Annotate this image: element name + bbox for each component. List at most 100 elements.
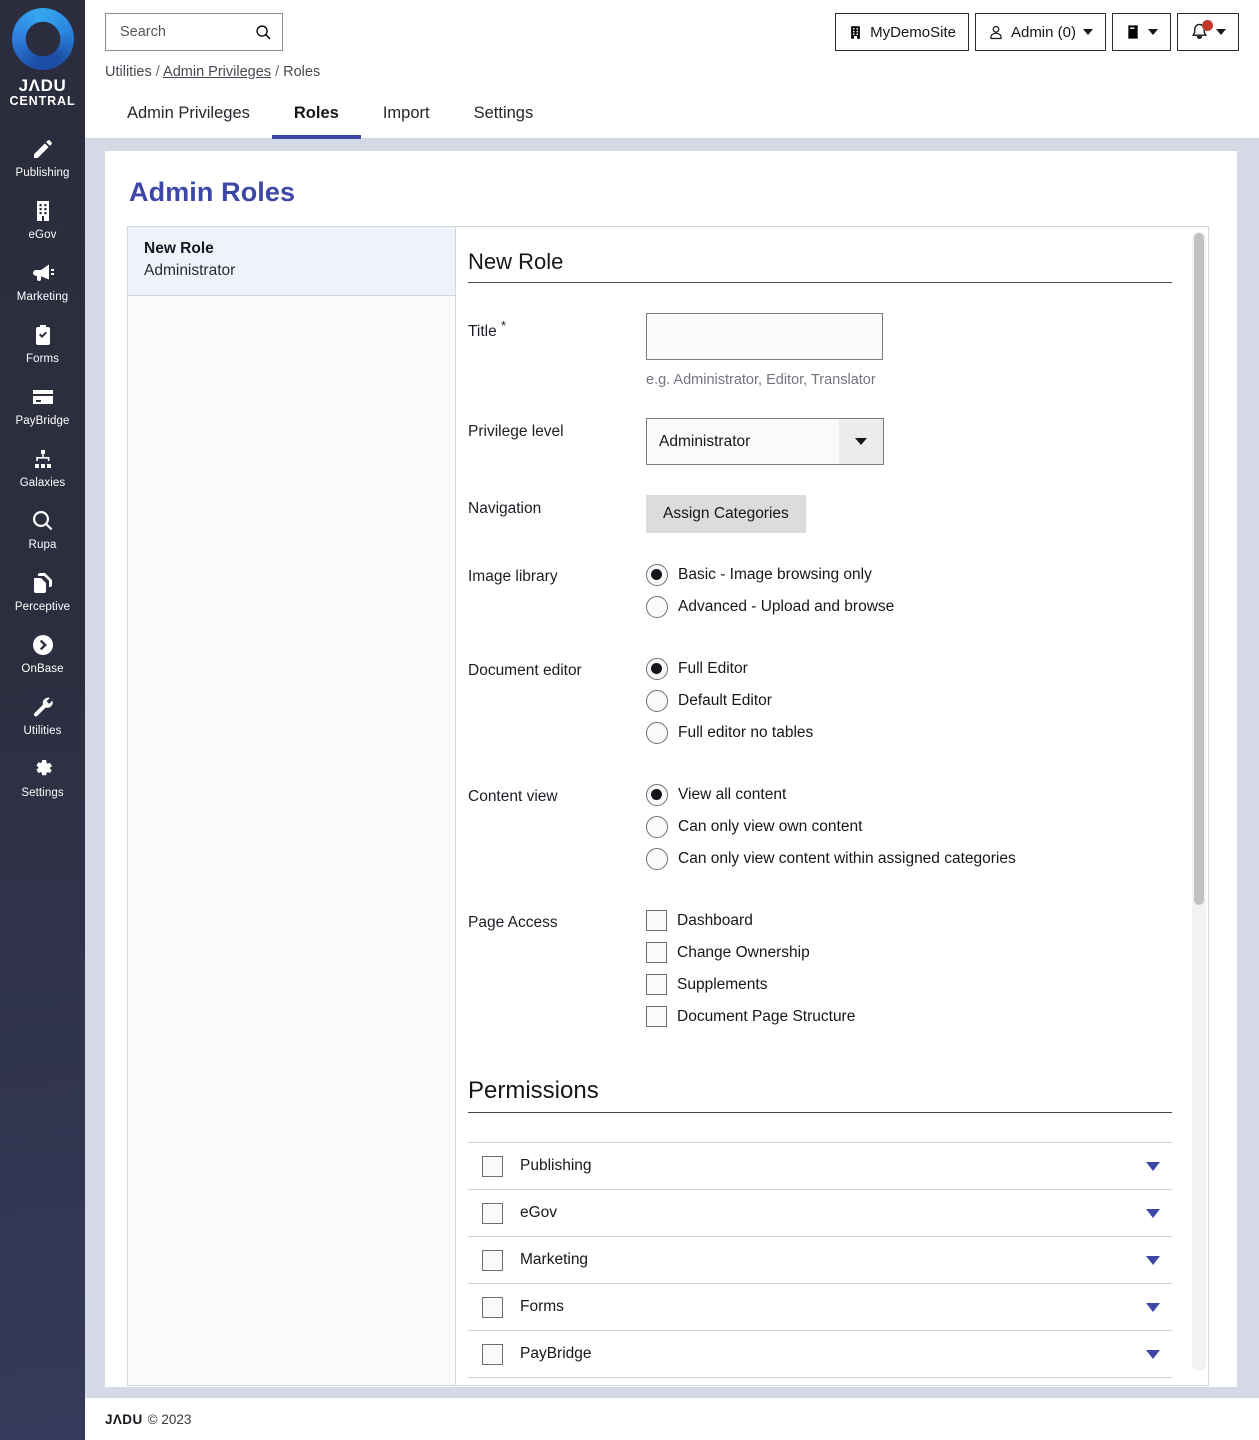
- search-box[interactable]: [105, 13, 283, 51]
- list-item[interactable]: New Role Administrator: [128, 227, 455, 296]
- checkbox-icon[interactable]: [482, 1156, 503, 1178]
- checkbox-option[interactable]: Change Ownership: [646, 941, 1184, 965]
- chevron-down-icon[interactable]: [1146, 1302, 1160, 1312]
- detail-scrollbar-thumb[interactable]: [1194, 233, 1204, 905]
- chevron-down-icon[interactable]: [1146, 1349, 1160, 1359]
- radio-option[interactable]: Advanced - Upload and browse: [646, 595, 1184, 619]
- site-button[interactable]: MyDemoSite: [835, 13, 969, 51]
- checkbox-icon[interactable]: [482, 1250, 503, 1272]
- detail-scrollbar-track[interactable]: [1192, 231, 1206, 1371]
- checkbox-icon[interactable]: [646, 1006, 667, 1028]
- sidebar-item-label: eGov: [28, 228, 57, 241]
- copy-documents-icon: [31, 571, 55, 595]
- book-button[interactable]: [1112, 13, 1171, 51]
- radio-icon[interactable]: [646, 690, 668, 713]
- permission-label: Marketing: [520, 1251, 589, 1269]
- sidebar-item-egov[interactable]: eGov: [0, 188, 85, 250]
- title-hint: e.g. Administrator, Editor, Translator: [646, 372, 876, 388]
- radio-icon-selected[interactable]: [646, 658, 668, 681]
- jadu-central-logo[interactable]: JΛDU CENTRAL: [9, 8, 75, 108]
- radio-label: Default Editor: [678, 692, 772, 710]
- checkbox-icon[interactable]: [646, 910, 667, 932]
- field-row-content-view: Content view View all content Can only v…: [468, 783, 1184, 879]
- permission-row-publishing[interactable]: Publishing: [468, 1143, 1172, 1191]
- permission-row-forms[interactable]: Forms: [468, 1284, 1172, 1332]
- content-card: Admin Roles New Role Administrator New R…: [105, 151, 1237, 1387]
- radio-option[interactable]: Default Editor: [646, 689, 1184, 713]
- chevron-down-icon[interactable]: [1146, 1208, 1160, 1218]
- breadcrumb-current: Roles: [283, 64, 321, 80]
- top-bar: MyDemoSite Admin (0): [85, 0, 1259, 64]
- permission-row-marketing[interactable]: Marketing: [468, 1237, 1172, 1285]
- breadcrumb-root[interactable]: Utilities: [105, 64, 152, 80]
- radio-icon-selected[interactable]: [646, 784, 668, 807]
- role-subtitle: Administrator: [144, 262, 236, 279]
- admin-button-label: Admin (0): [1010, 23, 1076, 41]
- breadcrumb-link-admin-privileges[interactable]: Admin Privileges: [163, 64, 271, 80]
- notifications-button[interactable]: [1177, 13, 1239, 51]
- checkbox-option[interactable]: Supplements: [646, 973, 1184, 997]
- checkbox-icon[interactable]: [482, 1203, 503, 1225]
- tab-admin-privileges[interactable]: Admin Privileges: [105, 94, 272, 139]
- gear-icon: [31, 757, 55, 781]
- role-detail-pane: New Role Title * e.g. Administrator, Edi…: [456, 227, 1208, 1385]
- radio-option[interactable]: Full editor no tables: [646, 721, 1184, 745]
- assign-categories-button[interactable]: Assign Categories: [646, 495, 806, 533]
- sidebar-item-utilities[interactable]: Utilities: [0, 684, 85, 746]
- radio-option[interactable]: Can only view own content: [646, 815, 1184, 839]
- role-name: New Role: [144, 240, 214, 257]
- radio-option[interactable]: Full Editor: [646, 657, 1184, 681]
- radio-label: Basic - Image browsing only: [678, 566, 872, 583]
- sidebar-item-rupa[interactable]: Rupa: [0, 498, 85, 560]
- chevron-down-icon[interactable]: [1146, 1161, 1160, 1171]
- checkbox-option[interactable]: Dashboard: [646, 909, 1184, 933]
- permission-row-paybridge[interactable]: PayBridge: [468, 1331, 1172, 1379]
- tab-roles[interactable]: Roles: [271, 94, 361, 139]
- sidebar-item-perceptive[interactable]: Perceptive: [0, 560, 85, 622]
- magnifier-icon[interactable]: [255, 24, 272, 41]
- radio-icon[interactable]: [646, 848, 668, 871]
- navigation-label: Navigation: [468, 500, 542, 517]
- logo-line-1: JΛDU: [18, 76, 67, 95]
- radio-option[interactable]: Can only view content within assigned ca…: [646, 847, 1184, 871]
- checkbox-icon[interactable]: [646, 942, 667, 964]
- sidebar-item-label: Utilities: [23, 724, 62, 737]
- radio-icon[interactable]: [646, 596, 668, 619]
- radio-option[interactable]: Basic - Image browsing only: [646, 563, 1184, 587]
- checkbox-icon[interactable]: [646, 974, 667, 996]
- radio-icon-selected[interactable]: [646, 564, 668, 586]
- sidebar-item-paybridge[interactable]: PayBridge: [0, 374, 85, 436]
- primary-sidebar: JΛDU CENTRAL Publishing eGov Marketing F…: [0, 0, 85, 1440]
- sidebar-item-forms[interactable]: Forms: [0, 312, 85, 374]
- field-row-image-library: Image library Basic - Image browsing onl…: [468, 563, 1184, 627]
- sidebar-item-publishing[interactable]: Publishing: [0, 126, 85, 188]
- field-row-document-editor: Document editor Full Editor Default Edit…: [468, 657, 1184, 753]
- breadcrumb-separator: /: [275, 64, 280, 80]
- search-input[interactable]: [118, 23, 249, 41]
- tab-import[interactable]: Import: [361, 94, 452, 139]
- sidebar-item-settings[interactable]: Settings: [0, 746, 85, 808]
- chevron-down-icon[interactable]: [1146, 1255, 1160, 1265]
- title-input[interactable]: [646, 313, 883, 360]
- radio-icon[interactable]: [646, 816, 668, 839]
- tab-settings[interactable]: Settings: [452, 94, 556, 139]
- pencil-icon: [31, 137, 55, 161]
- radio-icon[interactable]: [646, 722, 668, 745]
- role-list: New Role Administrator: [128, 227, 456, 1385]
- breadcrumb: Utilities / Admin Privileges / Roles: [85, 64, 1259, 80]
- checkbox-icon[interactable]: [482, 1297, 503, 1319]
- permission-row-egov[interactable]: eGov: [468, 1190, 1172, 1238]
- sidebar-item-marketing[interactable]: Marketing: [0, 250, 85, 312]
- sidebar-item-onbase[interactable]: OnBase: [0, 622, 85, 684]
- person-icon: [988, 24, 1004, 41]
- field-row-title: Title * e.g. Administrator, Editor, Tran…: [468, 313, 1184, 388]
- admin-button[interactable]: Admin (0): [974, 13, 1106, 51]
- radio-option[interactable]: View all content: [646, 783, 1184, 807]
- privilege-level-select[interactable]: Administrator: [646, 418, 884, 465]
- checkbox-option[interactable]: Document Page Structure: [646, 1005, 1184, 1029]
- sidebar-item-galaxies[interactable]: Galaxies: [0, 436, 85, 498]
- privilege-level-label: Privilege level: [468, 423, 564, 440]
- roles-split-view: New Role Administrator New Role Title *: [127, 226, 1209, 1386]
- page-background: Admin Roles New Role Administrator New R…: [85, 139, 1259, 1398]
- checkbox-icon[interactable]: [482, 1344, 503, 1366]
